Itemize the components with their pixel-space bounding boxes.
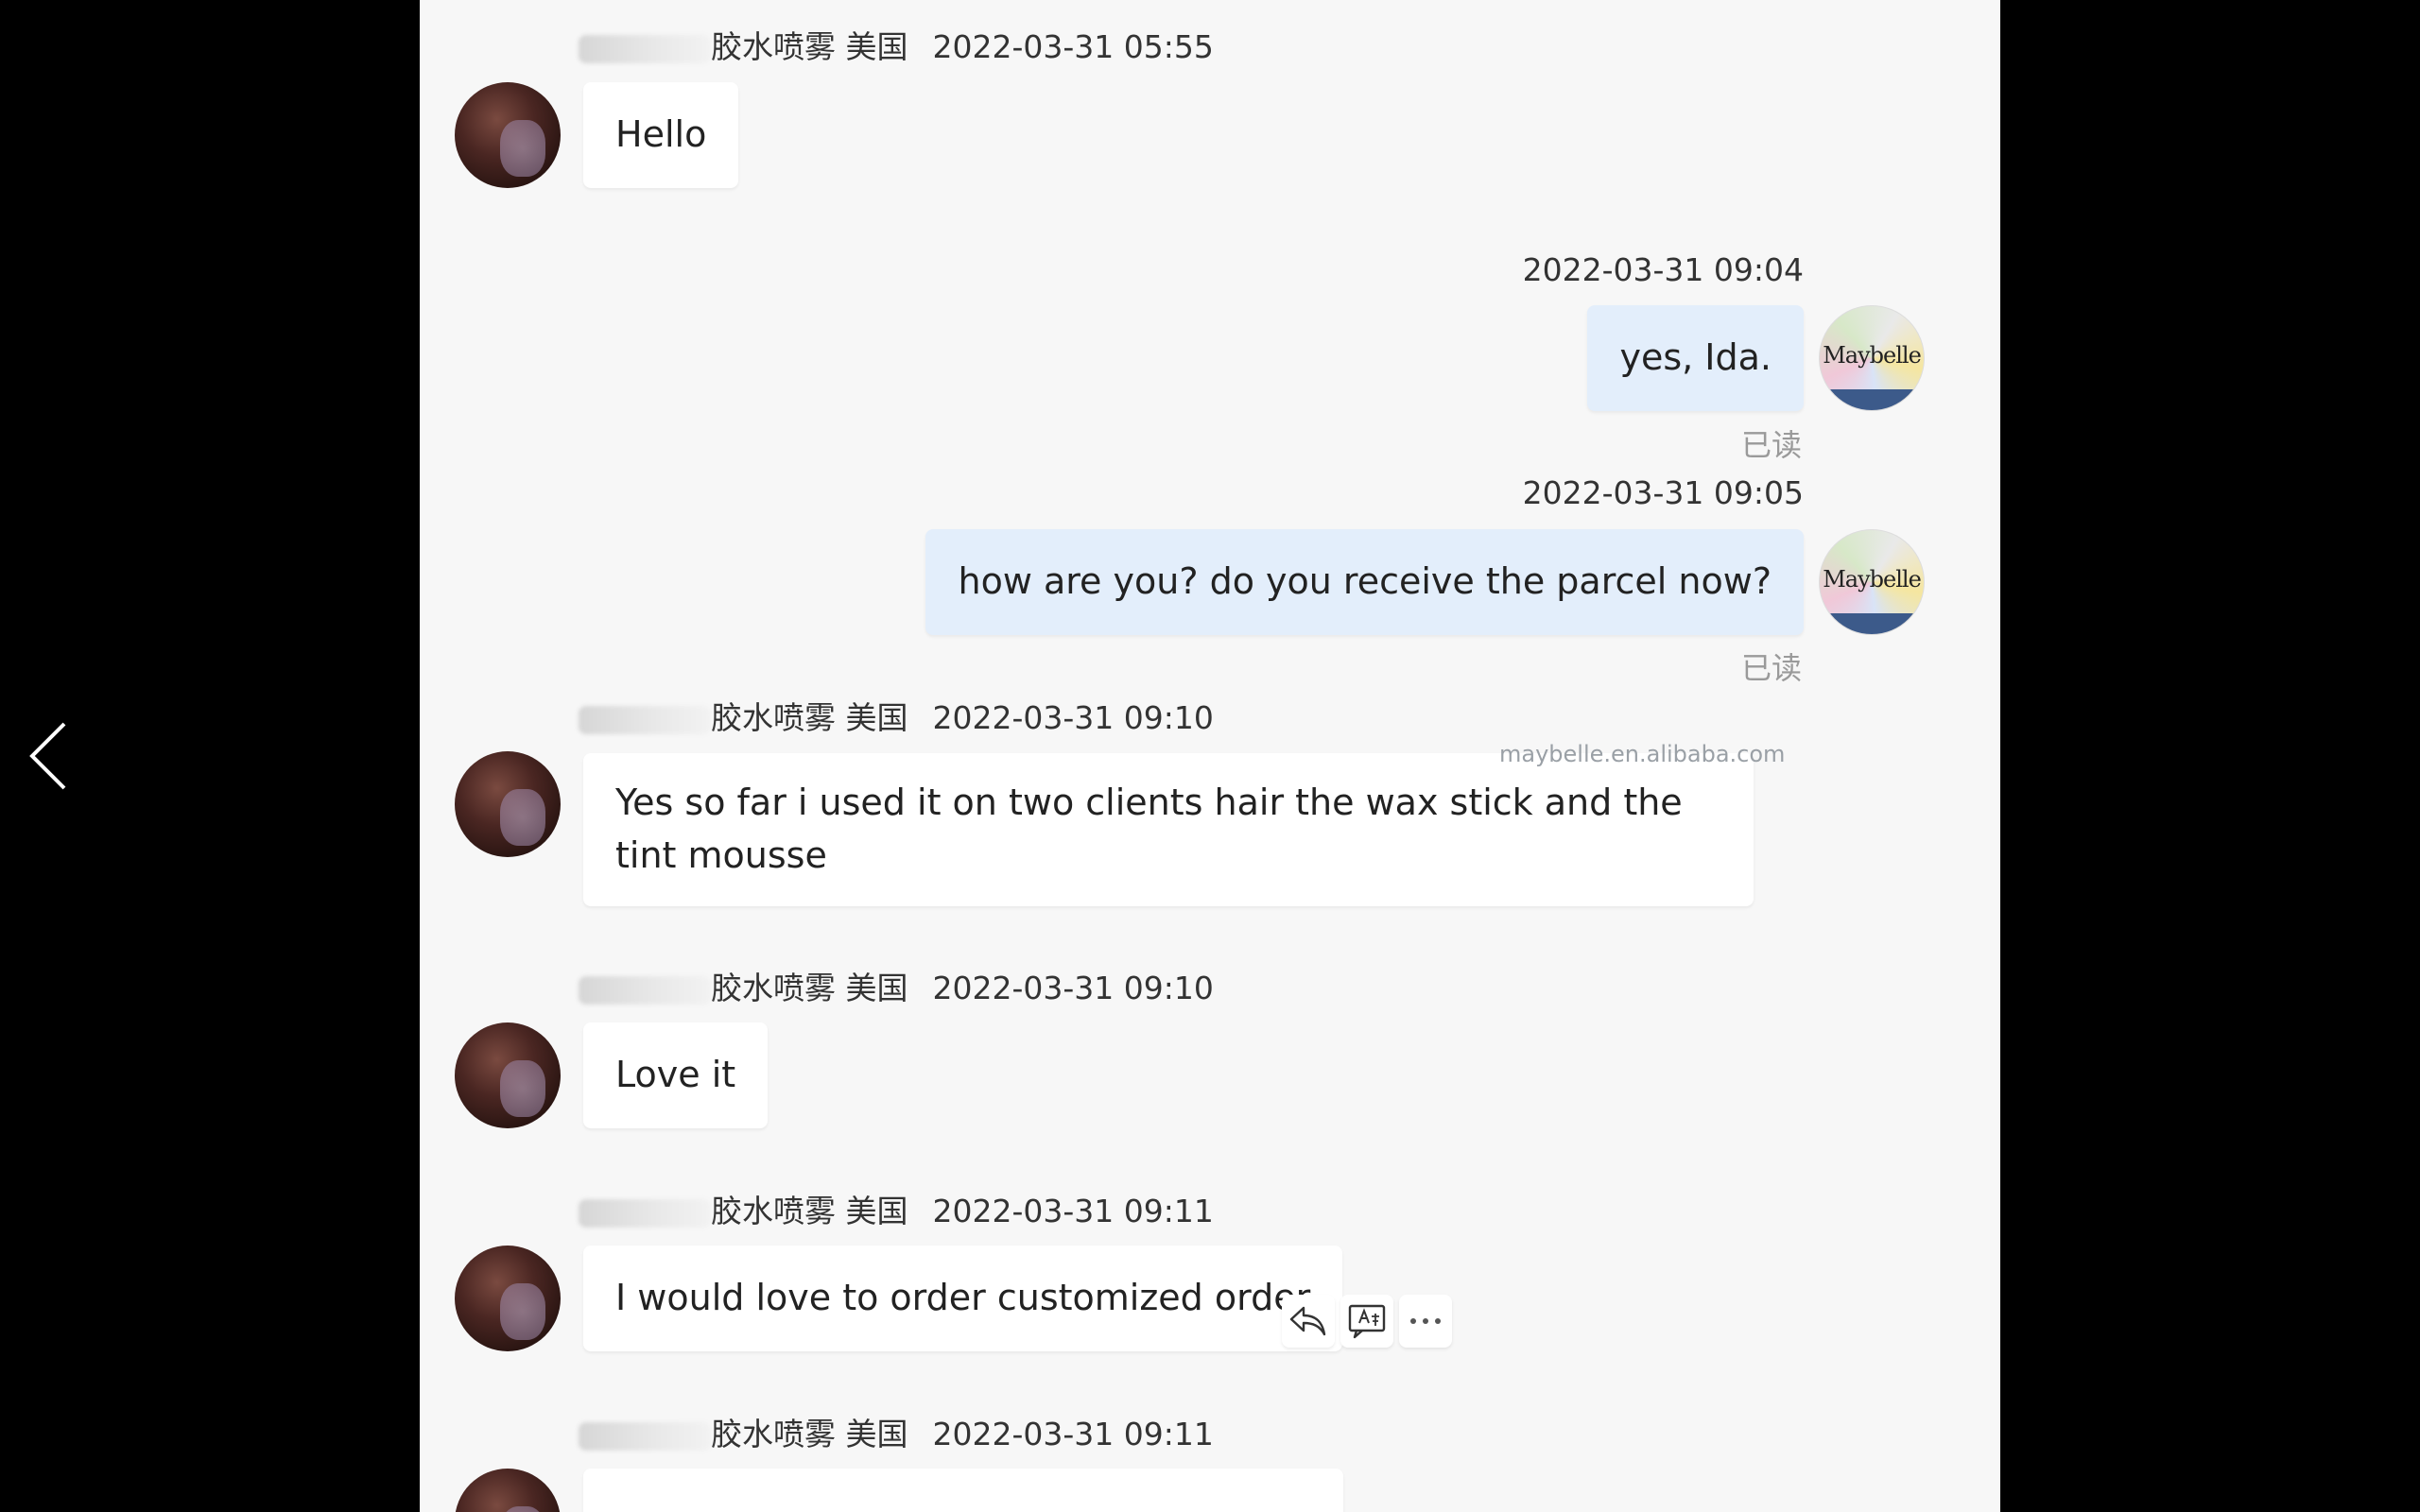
avatar[interactable] — [455, 1246, 561, 1351]
reply-icon — [1289, 1306, 1326, 1336]
redacted-sender-name — [579, 975, 711, 1005]
message-meta: 胶水喷雾 美国 2022-03-31 09:11 — [579, 1416, 1214, 1453]
chat-panel: 胶水喷雾 美国 2022-03-31 05:55 Hello 2022-03-31… — [420, 0, 2000, 1512]
read-status: 已读 — [1740, 427, 1802, 463]
avatar[interactable] — [455, 1469, 561, 1512]
message-bubble[interactable]: Yes so far i used it on two clients hair… — [583, 753, 1754, 906]
message-bubble[interactable] — [583, 1469, 1343, 1512]
sender-name: 胶水喷雾 美国 — [711, 970, 908, 1006]
message-meta: 胶水喷雾 美国 2022-03-31 05:55 — [579, 28, 1214, 66]
sender-name: 胶水喷雾 美国 — [711, 1193, 908, 1229]
redacted-sender-name — [579, 34, 711, 63]
avatar-logo-text: Maybelle — [1823, 342, 1922, 369]
message-time: 2022-03-31 09:04 — [1522, 251, 1804, 288]
message-time: 2022-03-31 09:10 — [932, 699, 1214, 736]
sender-name: 胶水喷雾 美国 — [711, 28, 908, 65]
message-time: 2022-03-31 05:55 — [932, 28, 1214, 65]
avatar-logo-text: Maybelle — [1823, 566, 1922, 593]
message-bubble[interactable]: Hello — [583, 82, 739, 188]
redacted-sender-name — [579, 705, 711, 734]
message-meta: 胶水喷雾 美国 2022-03-31 09:10 — [579, 970, 1214, 1007]
avatar-own[interactable]: Maybelle — [1819, 529, 1925, 635]
message-time: 2022-03-31 09:10 — [932, 970, 1214, 1006]
avatar[interactable] — [455, 1022, 561, 1128]
message-bubble-mine[interactable]: yes, Ida. — [1587, 305, 1804, 411]
message-bubble-mine[interactable]: how are you? do you receive the parcel n… — [925, 529, 1804, 635]
redacted-sender-name — [579, 1198, 711, 1228]
message-bubble[interactable]: Love it — [583, 1022, 769, 1128]
sender-name: 胶水喷雾 美国 — [711, 1416, 908, 1452]
message-meta: 胶水喷雾 美国 2022-03-31 09:11 — [579, 1193, 1214, 1230]
redacted-sender-name — [579, 1421, 711, 1451]
watermark: maybelle.en.alibaba.com — [1499, 741, 1786, 767]
message-time: 2022-03-31 09:11 — [932, 1416, 1214, 1452]
translate-icon — [1348, 1304, 1386, 1339]
avatar[interactable] — [455, 82, 561, 188]
message-time: 2022-03-31 09:11 — [932, 1193, 1214, 1229]
sender-name: 胶水喷雾 美国 — [711, 699, 908, 736]
avatar[interactable] — [455, 751, 561, 857]
avatar-own[interactable]: Maybelle — [1819, 305, 1925, 411]
message-meta: 胶水喷雾 美国 2022-03-31 09:10 — [579, 699, 1214, 737]
translate-button[interactable] — [1340, 1295, 1393, 1348]
reply-button[interactable] — [1282, 1295, 1335, 1348]
message-bubble[interactable]: I would love to order customized order — [583, 1246, 1343, 1351]
message-time: 2022-03-31 09:05 — [1522, 474, 1804, 511]
read-status: 已读 — [1740, 650, 1802, 686]
more-button[interactable] — [1399, 1295, 1452, 1348]
back-arrow-icon[interactable] — [26, 720, 74, 792]
message-action-bar — [1282, 1295, 1452, 1348]
more-icon — [1410, 1318, 1441, 1324]
